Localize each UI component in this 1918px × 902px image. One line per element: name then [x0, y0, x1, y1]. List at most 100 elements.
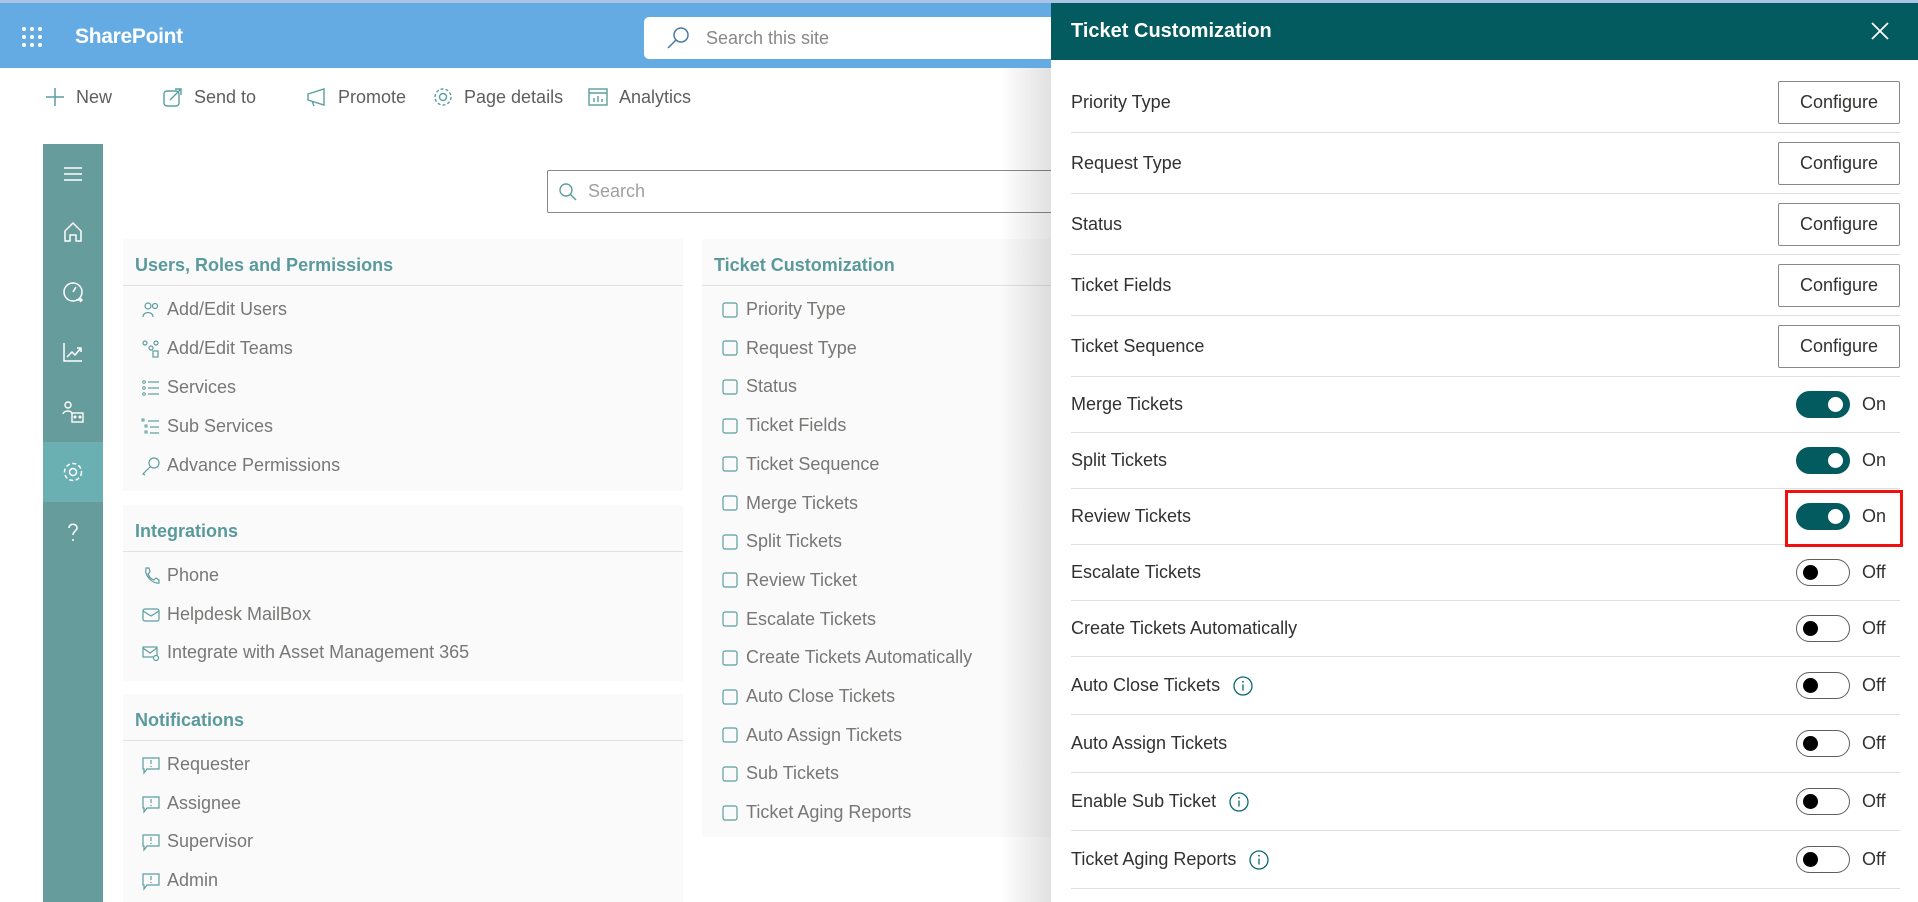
toggle-switch[interactable]: [1796, 846, 1850, 873]
toggle-switch[interactable]: [1796, 788, 1850, 815]
command-bar: New Send to Promote Page details Analyti…: [0, 68, 1060, 128]
nav-help[interactable]: [43, 502, 103, 562]
close-icon[interactable]: [1868, 19, 1892, 43]
link-ticket-sequence[interactable]: Ticket Sequence: [720, 454, 879, 475]
configure-button[interactable]: Configure: [1778, 80, 1900, 124]
toggle-switch[interactable]: [1796, 559, 1850, 586]
app-name[interactable]: SharePoint: [75, 25, 183, 49]
promote-button[interactable]: Promote: [306, 86, 406, 108]
send-to-button[interactable]: Send to: [162, 86, 256, 108]
toggle-switch[interactable]: [1796, 615, 1850, 642]
page-details-button[interactable]: Page details: [432, 86, 563, 108]
analytics-button[interactable]: Analytics: [587, 86, 691, 108]
link-ticket-aging-reports[interactable]: Ticket Aging Reports: [720, 802, 911, 823]
toggle-knob: [1803, 678, 1818, 693]
link-advance-permissions[interactable]: Advance Permissions: [141, 455, 340, 476]
toggle-knob: [1828, 509, 1843, 524]
link-add-edit-teams[interactable]: Add/Edit Teams: [141, 338, 293, 359]
mail-settings-icon: [142, 645, 160, 661]
card-users-roles: Users, Roles and Permissions Add/Edit Us…: [123, 239, 683, 491]
info-icon[interactable]: [1232, 675, 1254, 697]
analytics-label: Analytics: [619, 86, 692, 107]
row-label: Auto Assign Tickets: [1071, 733, 1227, 754]
arrows-horizontal-icon: [722, 534, 738, 550]
money-icon: [722, 456, 738, 472]
toggle-group: On: [1796, 391, 1892, 418]
toggle-knob: [1828, 453, 1843, 468]
link-label: Advance Permissions: [167, 455, 341, 475]
link-admin[interactable]: Admin: [141, 870, 218, 891]
info-icon[interactable]: [1248, 849, 1270, 871]
link-escalate-tickets[interactable]: Escalate Tickets: [720, 609, 876, 630]
toggle-row: Review Tickets On: [1071, 489, 1900, 545]
nav-users[interactable]: [43, 382, 103, 442]
toggle-row: Split Tickets On: [1071, 433, 1900, 489]
link-auto-close-tickets[interactable]: Auto Close Tickets: [720, 686, 895, 707]
row-label: Auto Close Tickets: [1071, 675, 1254, 697]
link-asset-management[interactable]: Integrate with Asset Management 365: [141, 642, 469, 663]
clock-icon: [722, 379, 738, 395]
app-launcher-icon[interactable]: [20, 25, 44, 49]
link-review-ticket[interactable]: Review Ticket: [720, 570, 857, 591]
nav-settings[interactable]: [43, 442, 103, 502]
new-button[interactable]: New: [44, 86, 112, 108]
link-priority-type[interactable]: Priority Type: [720, 299, 846, 320]
link-status[interactable]: Status: [720, 376, 797, 397]
link-sub-services[interactable]: Sub Services: [141, 416, 273, 437]
link-ticket-fields[interactable]: Ticket Fields: [720, 415, 846, 436]
question-icon: [68, 523, 78, 541]
toggle-row: Escalate Tickets Off: [1071, 545, 1900, 601]
mail-folder-icon: [722, 650, 738, 666]
nav-reports[interactable]: [43, 322, 103, 382]
clipboard-icon: [722, 727, 738, 743]
row-label-text: Create Tickets Automatically: [1071, 618, 1298, 638]
link-create-tickets-automatically[interactable]: Create Tickets Automatically: [720, 647, 972, 668]
toggle-state-label: Off: [1862, 733, 1886, 753]
card-integrations: Integrations Phone Helpdesk MailBox Inte…: [123, 505, 683, 681]
toggle-switch[interactable]: [1796, 503, 1850, 530]
toggle-knob: [1828, 397, 1843, 412]
configure-button[interactable]: Configure: [1778, 141, 1900, 185]
row-label-text: Review Tickets: [1071, 506, 1192, 526]
toggle-state-label: Off: [1862, 562, 1886, 582]
link-services[interactable]: Services: [141, 377, 236, 398]
link-merge-tickets[interactable]: Merge Tickets: [720, 493, 858, 514]
link-sub-tickets[interactable]: Sub Tickets: [720, 763, 839, 784]
link-helpdesk-mailbox[interactable]: Helpdesk MailBox: [141, 604, 311, 625]
link-requester[interactable]: Requester: [141, 754, 250, 775]
row-label-text: Split Tickets: [1071, 450, 1168, 470]
document-edit-icon: [722, 340, 738, 356]
configure-row: Ticket Fields Configure: [1071, 255, 1900, 316]
nav-home[interactable]: [43, 202, 103, 262]
split-view-icon: [722, 766, 738, 782]
link-auto-assign-tickets[interactable]: Auto Assign Tickets: [720, 725, 902, 746]
alert-message-icon: [142, 756, 160, 775]
card-title: Integrations: [135, 521, 239, 541]
nav-dashboard[interactable]: [43, 262, 103, 322]
info-icon[interactable]: [1228, 791, 1250, 813]
link-request-type[interactable]: Request Type: [720, 338, 857, 359]
card-title: Ticket Customization: [714, 255, 895, 275]
configure-button[interactable]: Configure: [1778, 324, 1900, 368]
toggle-switch[interactable]: [1796, 730, 1850, 757]
nav-menu[interactable]: [43, 144, 103, 204]
toggle-switch[interactable]: [1796, 672, 1850, 699]
site-search-input[interactable]: Search this site: [644, 17, 1104, 59]
hamburger-icon: [64, 167, 82, 181]
link-split-tickets[interactable]: Split Tickets: [720, 531, 842, 552]
home-icon: [64, 221, 82, 242]
link-supervisor[interactable]: Supervisor: [141, 831, 253, 852]
row-label: Enable Sub Ticket: [1071, 791, 1250, 813]
link-add-edit-users[interactable]: Add/Edit Users: [141, 299, 287, 320]
link-label: Create Tickets Automatically: [746, 647, 973, 668]
toggle-switch[interactable]: [1796, 391, 1850, 418]
configure-button[interactable]: Configure: [1778, 263, 1900, 307]
escalate-chart-icon: [722, 611, 738, 627]
row-label: Review Tickets: [1071, 506, 1191, 527]
row-label-text: Enable Sub Ticket: [1071, 791, 1217, 811]
settings-search-input[interactable]: Search: [547, 170, 1067, 213]
configure-button[interactable]: Configure: [1778, 202, 1900, 246]
toggle-switch[interactable]: [1796, 447, 1850, 474]
link-phone[interactable]: Phone: [141, 565, 219, 586]
link-assignee[interactable]: Assignee: [141, 793, 241, 814]
